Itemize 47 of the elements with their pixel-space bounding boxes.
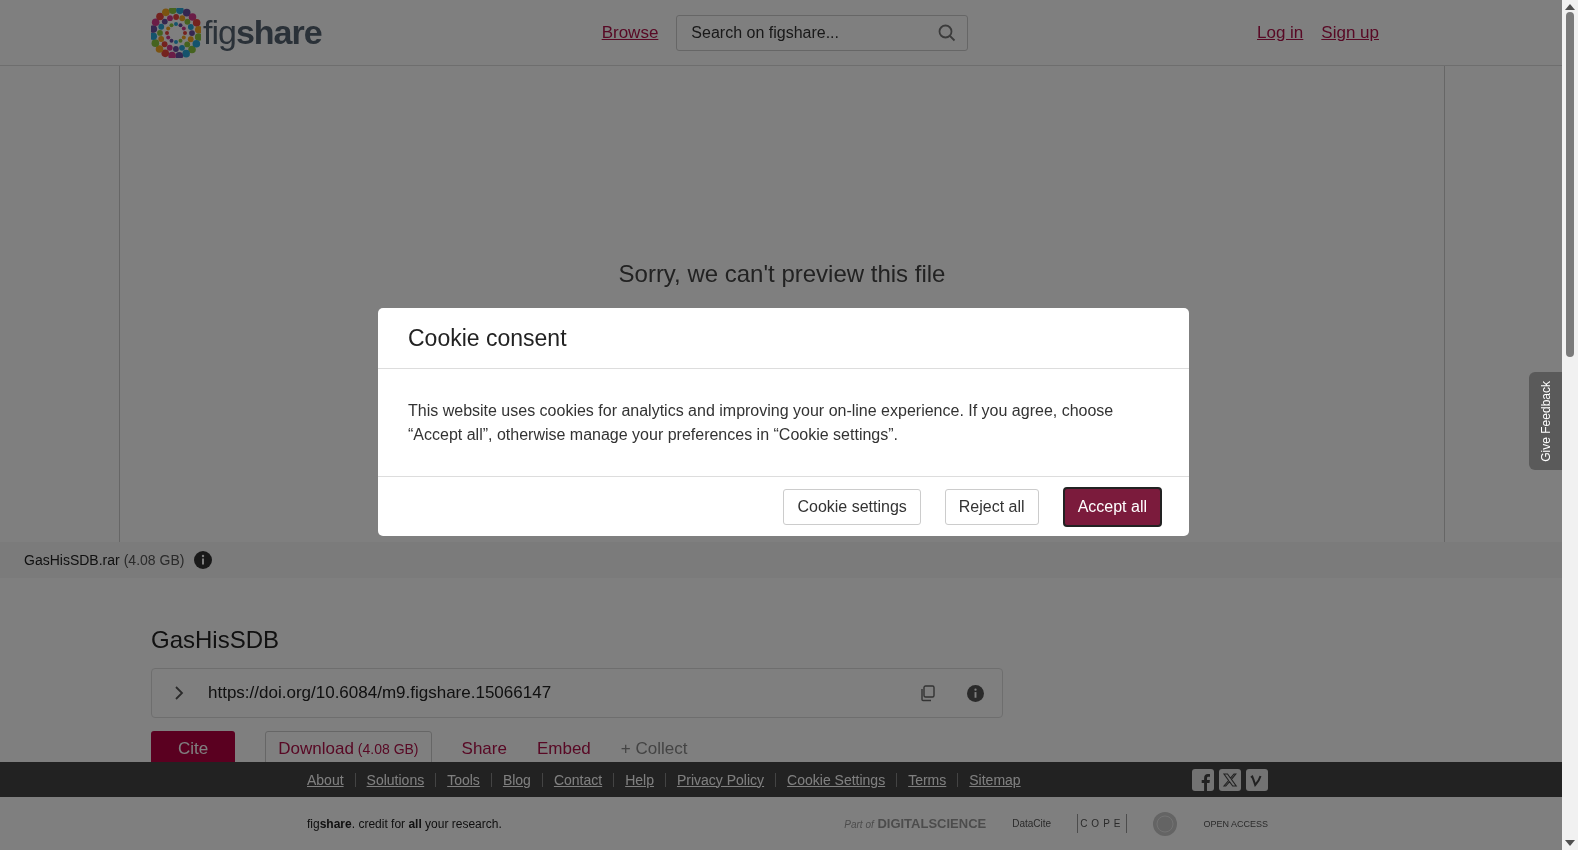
browse-link[interactable]: Browse — [601, 22, 659, 43]
vimeo-icon[interactable] — [1246, 768, 1268, 791]
partner-logo[interactable]: COPE — [1077, 814, 1128, 833]
partner-logo[interactable]: DataCite — [1012, 818, 1052, 829]
logo-text[interactable]: figshare — [203, 13, 322, 52]
footer-link[interactable]: Blog — [502, 771, 531, 788]
dialog-button[interactable]: Reject all — [944, 488, 1039, 525]
scrollbar-thumb[interactable] — [1566, 12, 1574, 357]
footer-link[interactable]: Terms — [908, 771, 947, 788]
footer-link[interactable]: About — [307, 771, 344, 788]
footer-link[interactable]: Help — [625, 771, 654, 788]
chevron-icon[interactable] — [174, 685, 184, 701]
info-icon[interactable] — [194, 551, 213, 569]
doi-link[interactable]: https://doi.org/10.6084/m9.figshare.15066147 — [208, 683, 919, 703]
facebook-icon[interactable] — [1192, 768, 1214, 791]
cite-button[interactable]: Cite — [151, 731, 236, 762]
collect-link[interactable]: + Collect — [620, 731, 688, 762]
action-link[interactable]: Share — [461, 731, 507, 762]
preview-message: Sorry, we can't preview this file — [618, 260, 946, 288]
file-name: GasHisSDB.rar — [24, 552, 120, 568]
partner-logo[interactable]: OPEN ACCESS — [1203, 818, 1268, 829]
dialog-button[interactable]: Cookie settings — [783, 488, 921, 525]
action-link[interactable]: Embed — [536, 731, 591, 762]
footer-link[interactable]: Tools — [447, 771, 480, 788]
footer-link[interactable]: Solutions — [366, 771, 425, 788]
dialog-title: Cookie consent — [408, 324, 567, 352]
feedback-tab[interactable]: Give Feedback — [1529, 372, 1562, 470]
accept-button[interactable]: Accept all — [1062, 486, 1162, 527]
search-field[interactable]: Search on figshare... — [676, 14, 969, 51]
item-title: GasHisSDB — [151, 626, 281, 654]
tagline: figshare. credit for all your research. — [307, 816, 502, 831]
scroll-down-icon[interactable] — [1565, 840, 1575, 846]
footer-link[interactable]: Sitemap — [969, 771, 1021, 788]
auth-link[interactable]: Log in — [1257, 22, 1304, 43]
dialog-text: This website uses cookies for analytics and improving your on-line experience. If you agree, choose “Accept all”, otherwise manage your preferences in “Cookie settings”. — [408, 400, 1115, 445]
scroll-up-icon[interactable] — [1565, 4, 1575, 10]
auth-link[interactable]: Sign up — [1321, 22, 1379, 43]
x-icon[interactable] — [1219, 768, 1241, 791]
info-icon[interactable] — [967, 684, 984, 702]
footer-link[interactable]: Cookie Settings — [787, 771, 886, 788]
download-button[interactable]: Download (4.08 GB) — [265, 731, 432, 762]
logo-icon — [151, 7, 201, 58]
file-size: (4.08 GB) — [123, 552, 185, 568]
footer-link[interactable]: Privacy Policy — [676, 771, 765, 788]
copy-icon[interactable] — [919, 684, 935, 702]
search-icon[interactable] — [938, 23, 957, 42]
footer-link[interactable]: Contact — [553, 771, 603, 788]
